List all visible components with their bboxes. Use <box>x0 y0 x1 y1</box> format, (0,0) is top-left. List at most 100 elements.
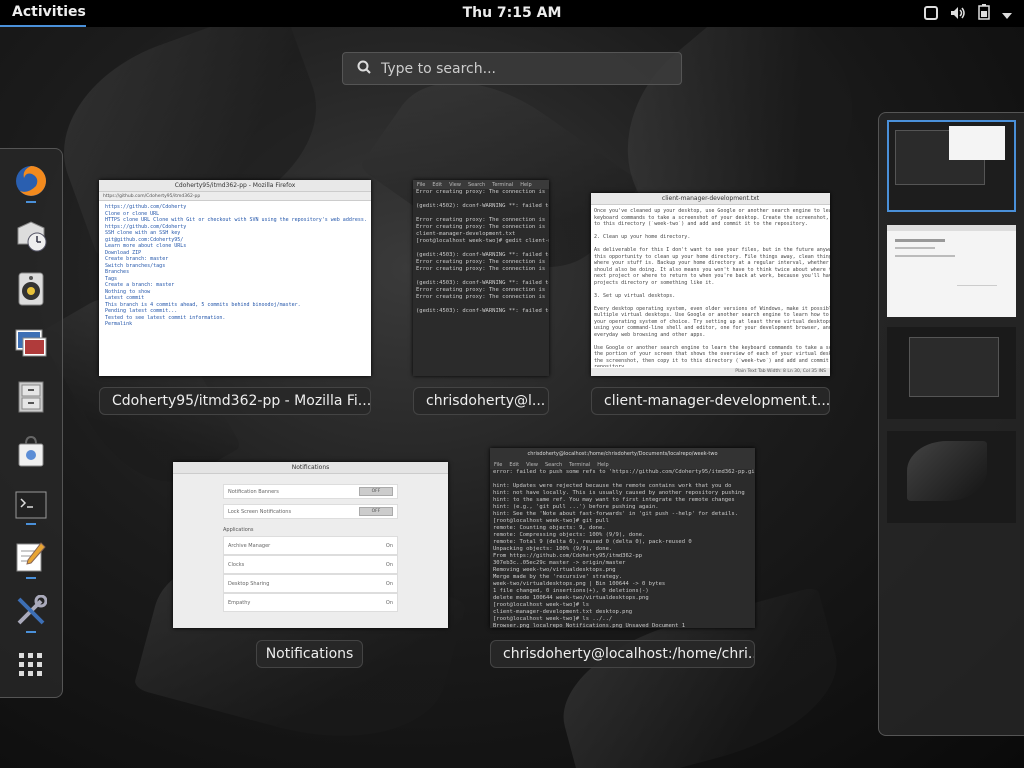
text-line: where your stuff is. Backup your home di… <box>594 260 830 266</box>
window-terminal-large[interactable]: chrisdoherty@localhost:/home/chrisdohert… <box>490 448 755 628</box>
menu-item[interactable]: Search <box>545 462 562 468</box>
window-label-firefox[interactable]: Cdoherty95/itmd362-pp - Mozilla Fi... <box>99 387 371 415</box>
app-row[interactable]: Clocks On <box>223 555 398 574</box>
app-row[interactable]: Empathy On <box>223 593 398 612</box>
text-line: remote: Total 9 (delta 6), reused 0 (del… <box>493 539 692 545</box>
window-label-gedit[interactable]: client-manager-development.t... <box>591 387 830 415</box>
system-tray[interactable] <box>924 4 1012 24</box>
window-firefox[interactable]: Cdoherty95/itmd362-pp - Mozilla Firefox … <box>99 180 371 376</box>
text-line: (gedit:4503): dconf-WARNING **: failed t… <box>416 252 549 258</box>
page-content: https://github.com/Cdoherty Clone or clon… <box>99 201 371 331</box>
text-line: Once you've cleaned up your desktop, use… <box>594 208 830 214</box>
text-line: error: failed to push some refs to 'http… <box>493 469 755 475</box>
terminal-output: error: failed to push some refs to 'http… <box>490 469 755 628</box>
text-line <box>413 196 549 203</box>
text-line: hint: See the 'Note about fast-forwards'… <box>493 511 739 517</box>
activities-button[interactable]: Activities <box>12 4 86 20</box>
text-line: Permalink <box>105 321 133 327</box>
text-line: remote: Compressing objects: 100% (9/9),… <box>493 532 646 538</box>
window-title: Cdoherty95/itmd362-pp - Mozilla Firefox <box>99 180 371 192</box>
terminal-output: Error creating proxy: The connection is … <box>413 189 549 315</box>
text-line <box>413 273 549 280</box>
running-indicator <box>26 631 36 633</box>
lock-screen-notifications-row[interactable]: Lock Screen Notifications OFF <box>223 504 398 519</box>
search-input[interactable]: Type to search... <box>381 61 496 77</box>
app-row[interactable]: Archive Manager On <box>223 536 398 555</box>
text-line: HTTPS clone URL Clone with Git or checko… <box>105 217 367 223</box>
text-line: Error creating proxy: The connection is … <box>416 259 549 265</box>
text-line: hint: (e.g., 'git pull ...') before push… <box>493 504 659 510</box>
window-title: client-manager-development.txt <box>591 193 830 205</box>
text-line: next project or where to return to when … <box>594 273 830 279</box>
text-line: client-manager-development.txt desktop.p… <box>493 609 633 615</box>
text-line: Error creating proxy: The connection is … <box>416 217 549 223</box>
text-line: hint: Updates were rejected because the … <box>493 483 732 489</box>
activities-indicator <box>0 25 86 27</box>
window-gedit[interactable]: client-manager-development.txt Once you'… <box>591 193 830 376</box>
menu-item[interactable]: View <box>526 462 538 468</box>
text-line: week-two/virtualdesktops.png | Bin 10064… <box>493 581 666 587</box>
menu-item[interactable]: Edit <box>509 462 519 468</box>
text-line: From https://github.com/Cdoherty95/itmd3… <box>493 553 643 559</box>
text-line <box>413 301 549 308</box>
text-line <box>490 476 755 483</box>
text-line: (gedit:4503): dconf-WARNING **: failed t… <box>416 280 549 286</box>
firefox-icon[interactable] <box>13 163 49 199</box>
text-line <box>413 245 549 252</box>
volume-icon[interactable] <box>950 5 966 24</box>
notification-banners-row[interactable]: Notification Banners OFF <box>223 484 398 499</box>
text-line: Error creating proxy: The connection is … <box>416 266 549 272</box>
clock[interactable]: Thu 7:15 AM <box>0 5 1024 21</box>
text-line: to this directory (`week-two`) and add a… <box>594 221 808 227</box>
workspace-thumbnail-1[interactable] <box>887 120 1016 212</box>
text-line: the portion of your screen that shows th… <box>594 351 830 357</box>
text-line <box>413 210 549 217</box>
search-box[interactable]: Type to search... <box>342 52 682 85</box>
text-line: Error creating proxy: The connection is … <box>416 189 549 195</box>
window-terminal-small[interactable]: File Edit View Search Terminal Help Error cre… <box>413 180 549 376</box>
menu-item[interactable]: File <box>494 462 502 468</box>
dash <box>0 148 63 698</box>
battery-icon[interactable] <box>978 4 990 24</box>
menu-item[interactable]: Terminal <box>569 462 590 468</box>
window-icon[interactable] <box>924 5 938 24</box>
search-icon <box>357 59 371 78</box>
text-line: Merge made by the 'recursive' strategy. <box>493 574 623 580</box>
image-viewer-icon[interactable] <box>13 325 49 361</box>
document-content: Once you've cleaned up your desktop, use… <box>591 205 830 367</box>
terminal-icon[interactable] <box>13 487 49 523</box>
top-bar: Activities Thu 7:15 AM <box>0 0 1024 27</box>
settings-tools-icon[interactable] <box>13 593 49 629</box>
text-line: hint: to the same ref. You may want to f… <box>493 497 735 503</box>
text-line: hint: not have locally. This is usually … <box>493 490 745 496</box>
text-line: Error creating proxy: The connection is … <box>416 287 549 293</box>
app-grid-icon[interactable] <box>13 647 49 683</box>
menu-item[interactable]: Help <box>597 462 608 468</box>
text-line: As deliverable for this I don't want to … <box>594 247 830 253</box>
text-line: Browser.png localrepo Notifications.png … <box>493 623 686 628</box>
chevron-down-icon[interactable] <box>1002 5 1012 24</box>
mail-clock-icon[interactable] <box>13 217 49 253</box>
window-label-terminal-large[interactable]: chrisdoherty@localhost:/home/chri... <box>490 640 755 668</box>
text-line: (gedit:4502): dconf-WARNING **: failed t… <box>416 203 549 209</box>
speaker-icon[interactable] <box>13 271 49 307</box>
workspace-thumbnail-2[interactable] <box>887 225 1016 317</box>
app-row[interactable]: Desktop Sharing On <box>223 574 398 593</box>
workspace-thumbnail-3[interactable] <box>887 327 1016 419</box>
terminal-menubar: File Edit View Search Terminal Help <box>413 180 549 189</box>
window-title: chrisdoherty@localhost:/home/chrisdohert… <box>490 448 755 460</box>
workspace-switcher <box>878 112 1024 736</box>
workspace-thumbnail-4[interactable] <box>887 431 1016 523</box>
software-bag-icon[interactable] <box>13 433 49 469</box>
window-label-notifications[interactable]: Notifications <box>256 640 363 668</box>
window-label-terminal-small[interactable]: chrisdoherty@l... <box>413 387 549 415</box>
text-line: remote: Counting objects: 9, done. <box>493 525 606 531</box>
text-line: delete mode 100644 week-two/virtualdeskt… <box>493 595 649 601</box>
file-cabinet-icon[interactable] <box>13 379 49 415</box>
text-line: 1 file changed, 0 insertions(+), 0 delet… <box>493 588 649 594</box>
text-line: Removing week-two/virtualdesktops.png <box>493 567 616 573</box>
text-line: using your command-line shell and editor… <box>594 325 830 331</box>
text-line: 307eb3c..05ec29c master -> origin/master <box>493 560 626 566</box>
window-notifications[interactable]: Notifications Notification Banners OFF Lo… <box>173 462 448 628</box>
text-editor-icon[interactable] <box>13 539 49 575</box>
